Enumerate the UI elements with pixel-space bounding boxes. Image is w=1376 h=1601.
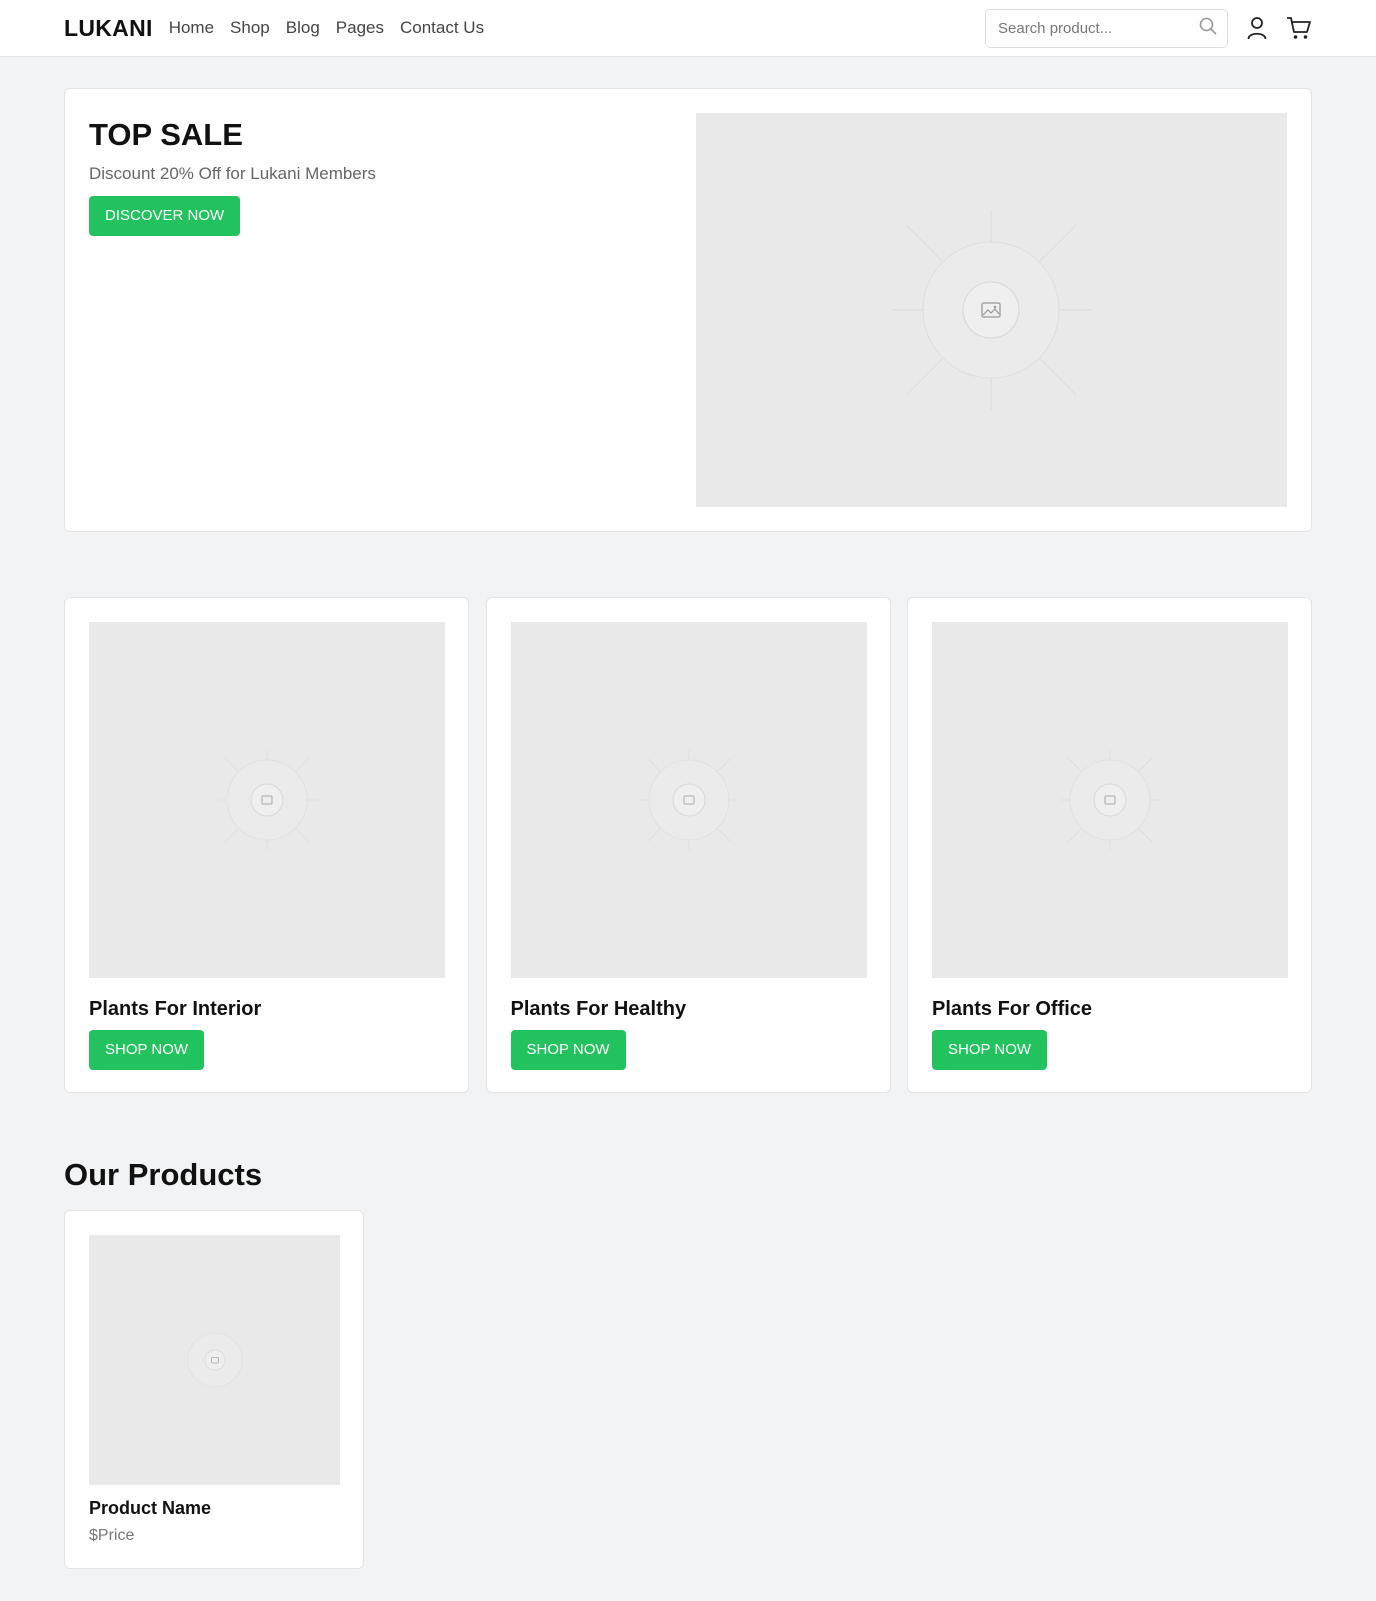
top-navbar: LUKANI Home Shop Blog Pages Contact Us	[0, 0, 1376, 57]
product-price: $Price	[89, 1527, 135, 1544]
nav-contact-us[interactable]: Contact Us	[400, 18, 484, 38]
search-input[interactable]	[998, 19, 1199, 37]
category-image[interactable]	[932, 622, 1288, 978]
category-image[interactable]	[510, 622, 867, 978]
hero-image	[695, 113, 1287, 507]
category-title: Plants For Office	[932, 998, 1093, 1020]
hero-banner: TOP SALE Discount 20% Off for Lukani Mem…	[64, 88, 1312, 532]
hero-subtitle: Discount 20% Off for Lukani Members	[89, 164, 376, 183]
category-card: Plants For Office SHOP NOW	[907, 597, 1312, 1093]
product-card[interactable]: Product Name $Price	[64, 1210, 364, 1569]
category-image[interactable]	[89, 622, 445, 978]
logo[interactable]: LUKANI	[64, 15, 153, 42]
shop-now-button[interactable]: SHOP NOW	[932, 1030, 1048, 1070]
hero-text: TOP SALE Discount 20% Off for Lukani Mem…	[89, 113, 696, 507]
category-title: Plants For Healthy	[510, 998, 687, 1020]
nav-home[interactable]: Home	[169, 18, 214, 38]
product-image[interactable]	[89, 1235, 340, 1485]
shop-now-button[interactable]: SHOP NOW	[89, 1030, 205, 1070]
shop-now-button[interactable]: SHOP NOW	[510, 1030, 626, 1070]
main-nav: Home Shop Blog Pages Contact Us	[169, 18, 500, 38]
image-placeholder-icon	[217, 750, 317, 850]
category-row: Plants For Interior SHOP NOW Plants For …	[64, 597, 1312, 1093]
section-title: Our Products	[64, 1157, 263, 1192]
image-placeholder-icon	[638, 750, 739, 850]
nav-shop[interactable]: Shop	[230, 18, 270, 38]
category-card: Plants For Interior SHOP NOW	[64, 597, 469, 1093]
hero-title: TOP SALE	[89, 117, 243, 152]
image-placeholder-icon	[1060, 750, 1160, 850]
nav-blog[interactable]: Blog	[286, 18, 320, 38]
image-placeholder-icon	[891, 210, 1092, 410]
search-icon[interactable]	[1199, 17, 1217, 40]
discover-now-button[interactable]: DISCOVER NOW	[89, 196, 241, 236]
cart-icon[interactable]	[1286, 16, 1312, 40]
category-title: Plants For Interior	[89, 998, 262, 1020]
search-box	[985, 8, 1228, 48]
user-icon[interactable]	[1246, 16, 1268, 40]
nav-pages[interactable]: Pages	[336, 18, 384, 38]
product-name: Product Name	[89, 1498, 212, 1518]
category-card: Plants For Healthy SHOP NOW	[485, 597, 891, 1093]
image-placeholder-icon	[187, 1332, 242, 1388]
